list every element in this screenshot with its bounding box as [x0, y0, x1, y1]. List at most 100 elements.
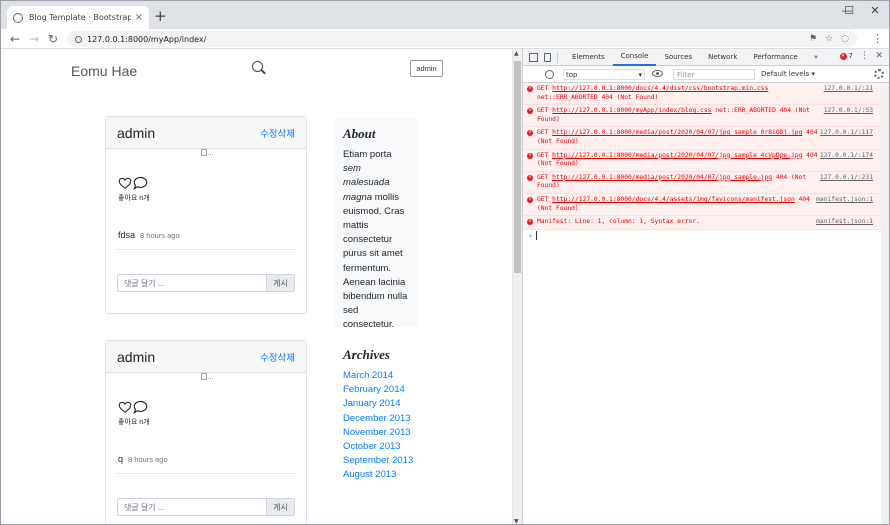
archive-link[interactable]: December 2013 [343, 412, 427, 426]
browser-tab[interactable]: Blog Template · Bootstrap × [7, 6, 149, 29]
scroll-up-arrow-icon[interactable]: ▲ [514, 50, 519, 57]
edit-delete-link[interactable]: 수정삭제 [260, 350, 295, 364]
edit-delete-link[interactable]: 수정삭제 [260, 126, 295, 140]
archive-link[interactable]: November 2013 [343, 426, 427, 440]
source-link[interactable]: 127.0.0.1/:174 [820, 152, 873, 161]
clear-console-icon[interactable] [545, 69, 554, 79]
device-toolbar-icon[interactable] [544, 52, 551, 62]
request-url[interactable]: http://127.0.0.1:8000/myApp/index/blog.c… [552, 107, 711, 114]
reload-button[interactable]: ↻ [45, 31, 61, 47]
archive-link[interactable]: August 2013 [343, 468, 427, 482]
tab-console[interactable]: Console [612, 49, 657, 66]
extension-icon[interactable]: ◌ [841, 34, 849, 44]
close-tab-icon[interactable]: × [135, 12, 143, 23]
comment-input[interactable]: 댓글 달기 ... [117, 498, 267, 516]
divider [117, 473, 295, 474]
gear-icon[interactable] [874, 69, 884, 79]
console-error: ✕ GET http://127.0.0.1:8000/docs/4.4/dist… [523, 83, 889, 106]
filter-input[interactable]: Filter [673, 69, 755, 80]
archive-link[interactable]: September 2013 [343, 454, 427, 468]
comment-bubble-icon[interactable] [133, 176, 148, 190]
close-window-button[interactable]: ✕ [865, 4, 885, 17]
error-counter[interactable]: ✕ 7 [839, 52, 853, 60]
chevron-down-icon: ▾ [638, 70, 642, 79]
address-bar[interactable]: 127.0.0.1:8000/myApp/index/ ⚑ ☆ ◌ [67, 31, 857, 47]
tab-sources[interactable]: Sources [656, 49, 700, 66]
archive-link[interactable]: October 2013 [343, 440, 427, 454]
close-devtools-icon[interactable]: ✕ [875, 51, 883, 61]
post-time: 8 hours ago [128, 455, 168, 464]
request-url[interactable]: http://127.0.0.1:8000/media/post/2020/04… [552, 174, 772, 181]
error-icon: ✕ [527, 174, 533, 181]
forward-button[interactable]: → [26, 31, 42, 47]
info-icon[interactable] [75, 35, 82, 43]
eye-icon[interactable] [652, 70, 663, 77]
archive-link[interactable]: February 2014 [343, 383, 427, 397]
console-prompt[interactable]: › [523, 230, 889, 242]
archives-title: Archives [343, 347, 390, 362]
error-icon: ✕ [527, 219, 533, 226]
comment-submit-button[interactable]: 게시 [267, 274, 295, 292]
browser-window: Blog Template · Bootstrap × + — ☐ ✕ ← → … [0, 0, 890, 525]
tab-elements[interactable]: Elements [564, 49, 613, 66]
source-link[interactable]: 127.0.0.1/:117 [820, 129, 873, 138]
error-count: 7 [848, 52, 853, 60]
error-icon: ✕ [527, 196, 533, 203]
maximize-button[interactable]: ☐ [839, 4, 859, 17]
error-icon: ✕ [527, 108, 533, 115]
page-scrollbar[interactable]: ▲ ▼ [512, 49, 522, 524]
comment-form: 댓글 달기 ... 게시 [117, 274, 295, 292]
scroll-down-arrow-icon[interactable]: ▼ [514, 518, 519, 524]
comment-submit-button[interactable]: 게시 [267, 498, 295, 516]
archive-link[interactable]: March 2014 [343, 369, 427, 383]
heart-icon[interactable] [118, 176, 132, 190]
request-url[interactable]: http://127.0.0.1:8000/media/post/2020/04… [552, 129, 802, 136]
admin-button[interactable]: admin [410, 60, 443, 77]
source-link[interactable]: 127.0.0.1/:21 [824, 85, 873, 94]
request-url[interactable]: http://127.0.0.1:8000/docs/4.4/assets/im… [552, 196, 795, 203]
comment-bubble-icon[interactable] [133, 400, 148, 414]
context-select[interactable]: top ▾ [563, 69, 645, 80]
request-method: GET [537, 151, 549, 159]
source-link[interactable]: manifest.json:1 [816, 196, 873, 205]
error-text: net::ERR_ABORTED 404 (Not Found) [537, 93, 659, 101]
comment-form: 댓글 달기 ... 게시 [117, 498, 295, 516]
url-text: 127.0.0.1:8000/myApp/index/ [87, 34, 207, 44]
log-levels-select[interactable]: Default levels ▾ [761, 70, 815, 78]
request-method: GET [537, 107, 549, 115]
console-toolbar: top ▾ Filter Default levels ▾ [523, 66, 889, 83]
post-author: admin [117, 348, 156, 365]
archive-link[interactable]: January 2014 [343, 397, 427, 411]
search-icon[interactable] [252, 61, 263, 72]
bookmark-star-icon[interactable]: ☆ [825, 34, 833, 44]
divider [117, 249, 295, 250]
browser-menu-icon[interactable]: ⋮ [872, 32, 883, 45]
about-title: About [343, 126, 376, 141]
translate-icon[interactable]: ⚑ [809, 34, 817, 44]
heart-icon[interactable] [118, 400, 132, 414]
about-text: Etiam porta sem malesuada magna mollis e… [343, 148, 409, 333]
post-text: q [118, 454, 124, 464]
blog-brand[interactable]: Eomu Hae [71, 63, 137, 79]
error-icon: ✕ [527, 130, 533, 137]
new-tab-button[interactable]: + [154, 7, 167, 25]
console-error: ✕ GET http://127.0.0.1:8000/media/post/20… [523, 127, 889, 150]
console-scrollbar[interactable] [881, 85, 889, 524]
request-method: GET [537, 85, 549, 92]
comment-input[interactable]: 댓글 달기 ... [117, 274, 267, 292]
inspect-element-icon[interactable] [529, 52, 538, 62]
more-tabs-button[interactable]: » [806, 49, 826, 66]
error-icon: ✕ [527, 86, 533, 92]
reaction-row [106, 399, 306, 415]
back-button[interactable]: ← [7, 31, 23, 47]
broken-image-icon [200, 149, 207, 156]
tab-performance[interactable]: Performance [745, 49, 805, 66]
source-link[interactable]: manifest.json:1 [816, 218, 873, 227]
tab-network[interactable]: Network [700, 49, 745, 66]
source-link[interactable]: 127.0.0.1/:53 [824, 107, 873, 116]
scrollbar-thumb[interactable] [514, 61, 521, 273]
source-link[interactable]: 127.0.0.1/:231 [820, 174, 873, 183]
request-url[interactable]: http://127.0.0.1:8000/docs/4.4/dist/css/… [552, 85, 768, 92]
devtools-menu-icon[interactable]: ⋮ [860, 51, 869, 61]
request-url[interactable]: http://127.0.0.1:8000/media/post/2020/04… [552, 152, 802, 159]
